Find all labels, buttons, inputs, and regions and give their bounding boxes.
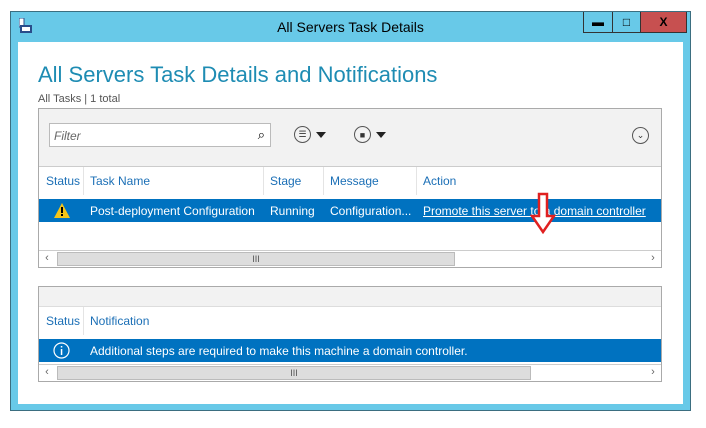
dropdown-arrow-icon bbox=[376, 131, 386, 138]
scroll-right-icon[interactable]: › bbox=[645, 252, 661, 266]
close-button[interactable]: X bbox=[640, 12, 686, 32]
notification-text: Additional steps are required to make th… bbox=[90, 344, 468, 358]
horizontal-scrollbar[interactable]: ‹ III › bbox=[39, 364, 661, 381]
task-name: Post-deployment Configuration bbox=[90, 204, 255, 218]
column-notification[interactable]: Notification bbox=[90, 314, 149, 328]
red-arrow-annotation-icon bbox=[530, 192, 556, 234]
scroll-thumb[interactable]: III bbox=[57, 252, 455, 266]
filter-input[interactable]: Filter ⌕ bbox=[49, 123, 271, 147]
page-title: All Servers Task Details and Notificatio… bbox=[38, 62, 438, 87]
task-stage: Running bbox=[270, 204, 315, 218]
maximize-button[interactable]: □ bbox=[612, 12, 640, 32]
notifications-header-row: Status Notification bbox=[39, 307, 661, 335]
save-icon: ■ bbox=[354, 126, 371, 143]
table-row[interactable]: Post-deployment Configuration Running Co… bbox=[39, 199, 661, 222]
minimize-button[interactable]: ▬ bbox=[584, 12, 612, 32]
tasks-header-row: Status Task Name Stage Message Action bbox=[39, 167, 661, 195]
save-query-button[interactable]: ■ bbox=[354, 126, 386, 143]
notifications-toolbar bbox=[39, 287, 661, 307]
info-icon bbox=[53, 342, 70, 359]
column-task-name[interactable]: Task Name bbox=[90, 174, 150, 188]
list-icon: ☰ bbox=[294, 126, 311, 143]
search-icon[interactable]: ⌕ bbox=[258, 127, 265, 143]
column-status[interactable]: Status bbox=[46, 174, 80, 188]
scroll-thumb[interactable]: III bbox=[57, 366, 531, 380]
view-options-button[interactable]: ☰ bbox=[294, 126, 326, 143]
horizontal-scrollbar[interactable]: ‹ III › bbox=[39, 250, 661, 267]
notifications-panel: Status Notification Additional steps are… bbox=[38, 286, 662, 382]
notification-row[interactable]: Additional steps are required to make th… bbox=[39, 339, 661, 362]
tasks-panel: Filter ⌕ ☰ ■ ⌄ Status Task Name Stage Mes… bbox=[38, 108, 662, 268]
task-details-window: All Servers Task Details ▬ □ X All Serve… bbox=[10, 11, 691, 411]
expand-icon[interactable]: ⌄ bbox=[632, 127, 649, 144]
tasks-toolbar: Filter ⌕ ☰ ■ ⌄ bbox=[39, 109, 661, 167]
column-action[interactable]: Action bbox=[423, 174, 456, 188]
warning-icon bbox=[54, 203, 70, 218]
scroll-right-icon[interactable]: › bbox=[645, 366, 661, 380]
column-stage[interactable]: Stage bbox=[270, 174, 301, 188]
scroll-left-icon[interactable]: ‹ bbox=[39, 366, 55, 380]
dropdown-arrow-icon bbox=[316, 131, 326, 138]
window-content: All Servers Task Details and Notificatio… bbox=[18, 42, 683, 404]
task-message: Configuration... bbox=[330, 204, 412, 218]
task-count: All Tasks | 1 total bbox=[38, 93, 121, 105]
title-bar[interactable]: All Servers Task Details ▬ □ X bbox=[11, 12, 690, 42]
scroll-left-icon[interactable]: ‹ bbox=[39, 252, 55, 266]
column-message[interactable]: Message bbox=[330, 174, 379, 188]
column-status[interactable]: Status bbox=[46, 314, 80, 328]
filter-placeholder: Filter bbox=[54, 129, 81, 143]
